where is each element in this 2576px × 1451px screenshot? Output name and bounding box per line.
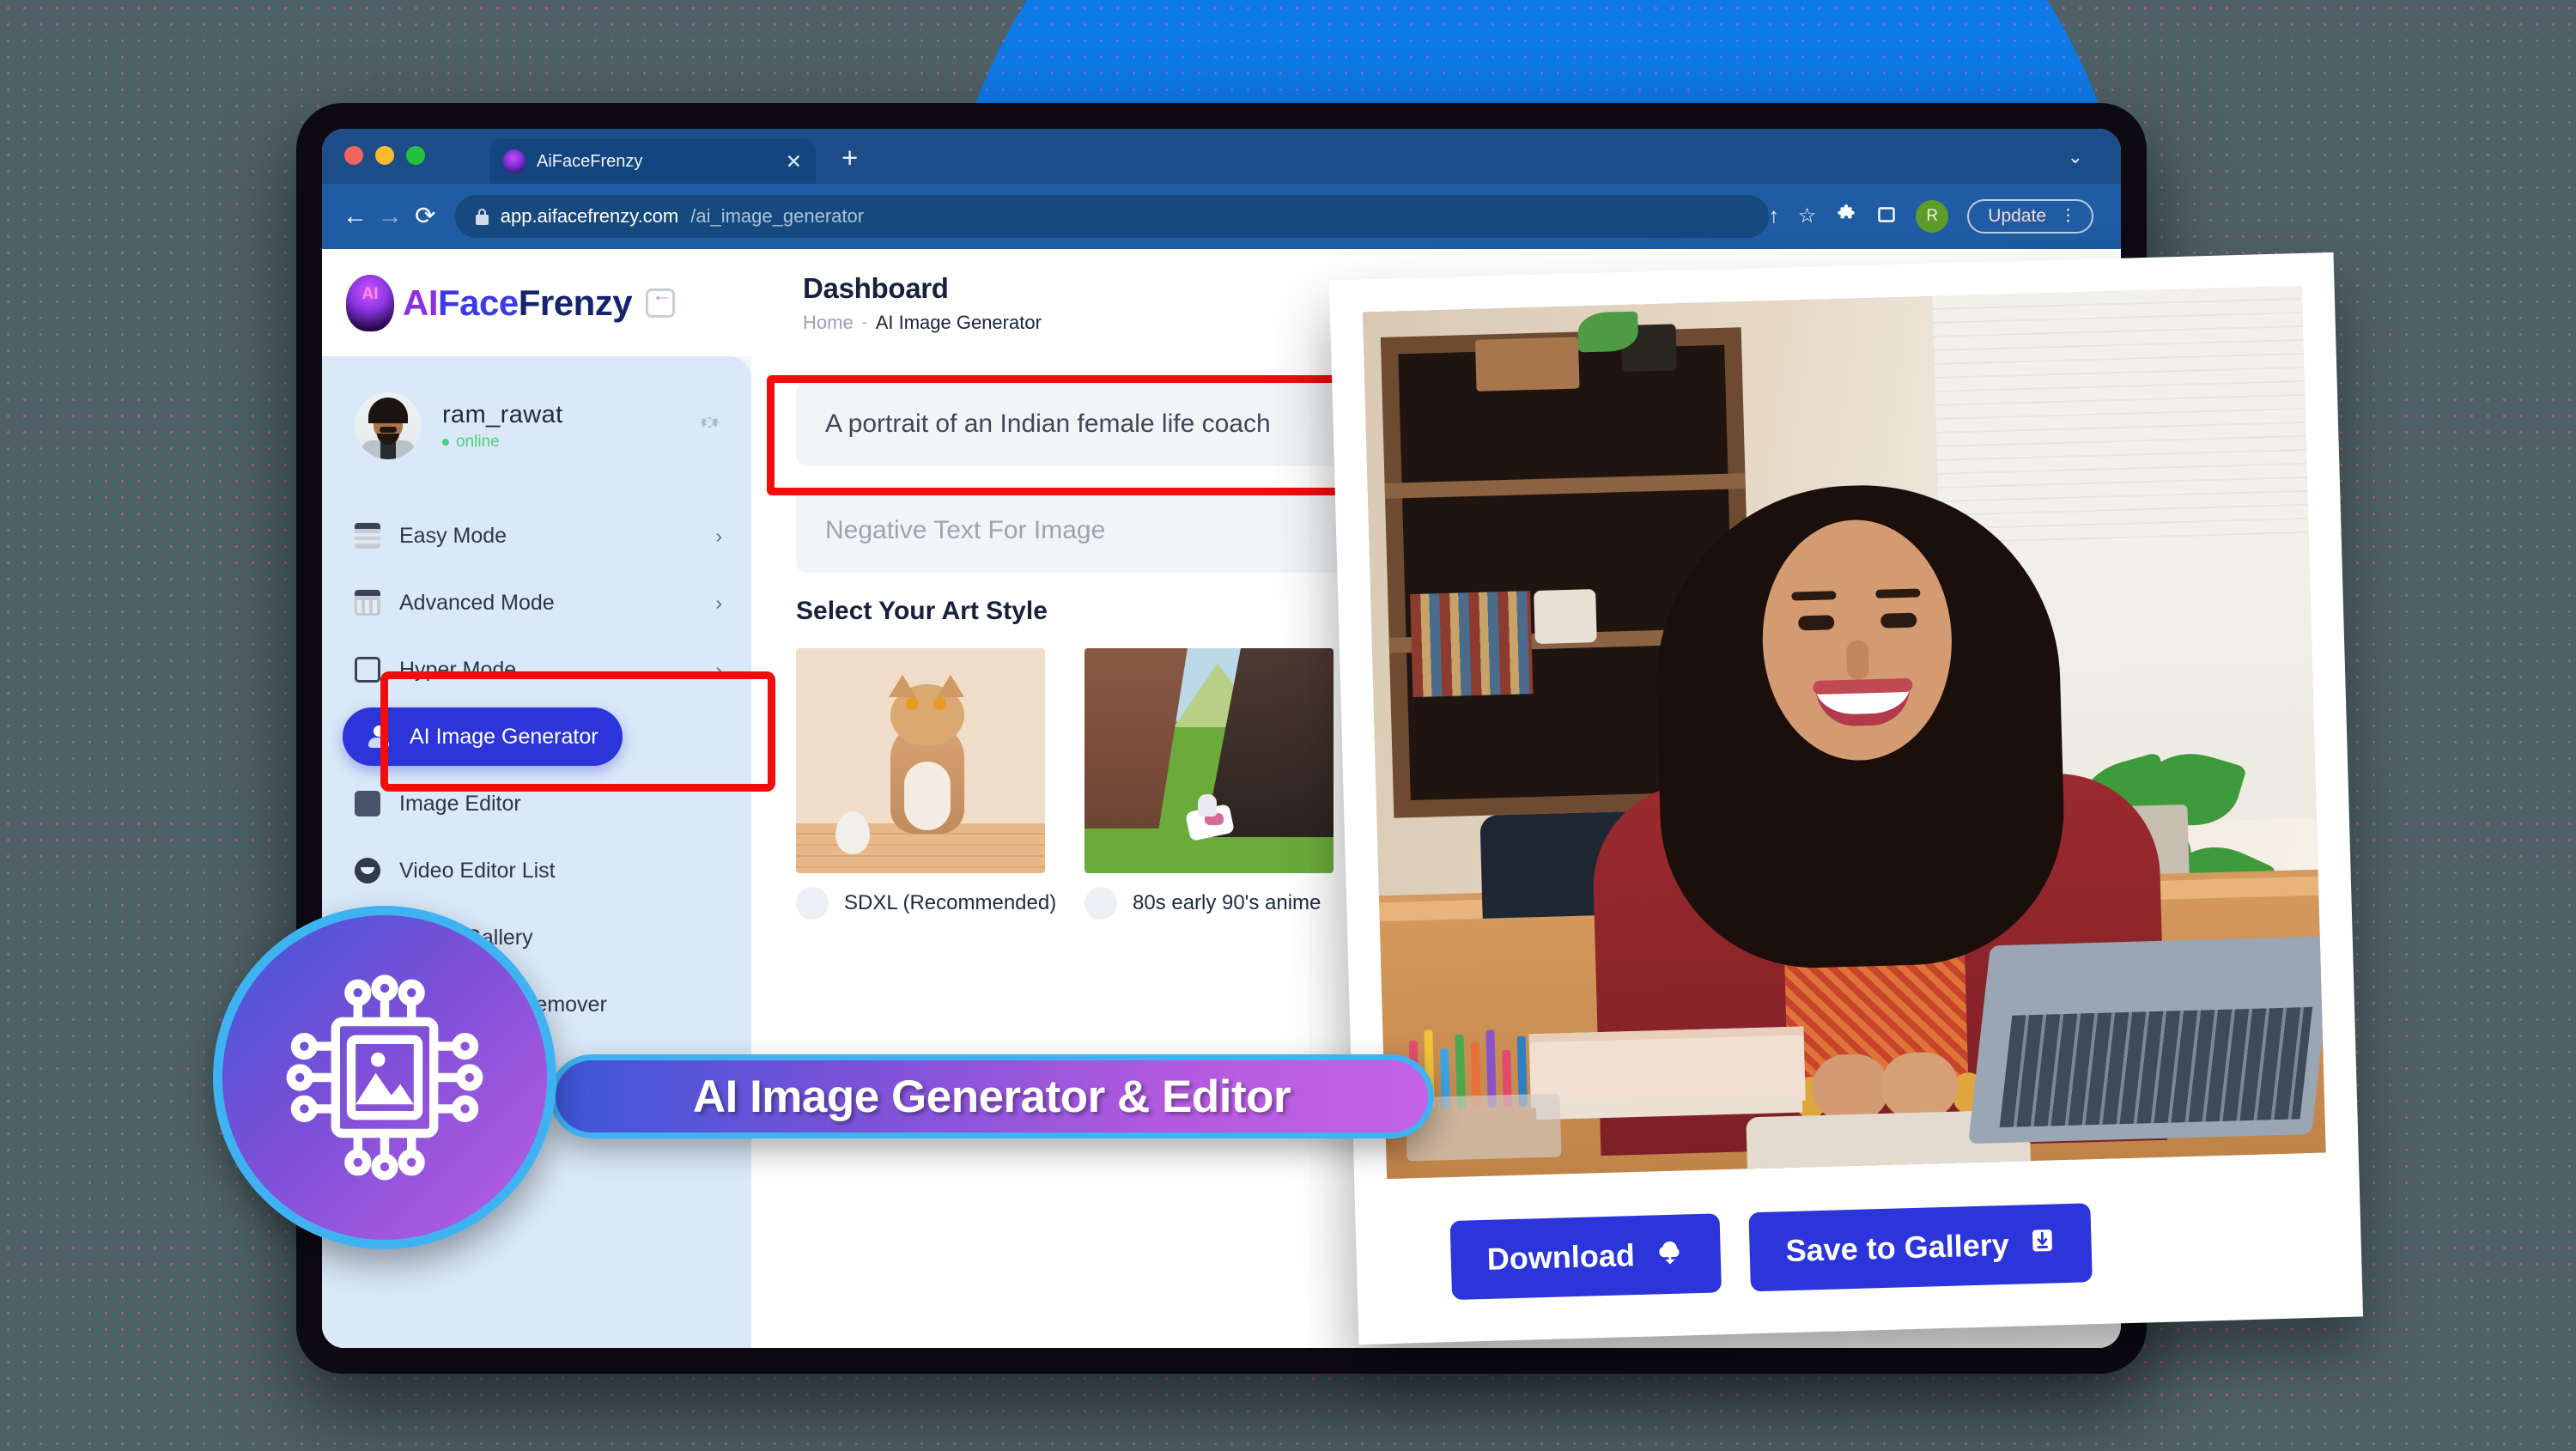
sidebar-item-advanced-mode[interactable]: Advanced Mode › <box>322 569 751 636</box>
chevron-right-icon: › <box>715 591 722 614</box>
sidebar-item-video-editor-list[interactable]: Video Editor List <box>322 837 751 904</box>
art-style-thumbnail-sdxl <box>796 648 1045 873</box>
avatar <box>355 392 422 459</box>
video-editor-icon <box>355 858 380 883</box>
promo-ribbon: AI Image Generator & Editor <box>550 1054 1434 1138</box>
art-style-label-row: 80s early 90's anime <box>1084 887 1334 920</box>
update-button-label: Update <box>1988 206 2046 226</box>
promo-badge <box>213 906 556 1249</box>
brand-frenzy: Frenzy <box>518 282 633 323</box>
lock-icon <box>475 208 489 225</box>
sidebar-item-label: Easy Mode <box>399 523 507 548</box>
generated-image <box>1362 285 2326 1180</box>
breadcrumb: Home - AI Image Generator <box>803 312 1042 334</box>
browser-toolbar: ← → ⟳ app.aifacefrenzy.com /ai_image_gen… <box>322 184 2121 249</box>
brand-logo[interactable]: AIFaceFrenzy <box>322 274 751 331</box>
breadcrumb-current: AI Image Generator <box>875 311 1042 333</box>
url-path: /ai_image_generator <box>690 205 865 227</box>
new-tab-button[interactable]: + <box>841 143 858 172</box>
chevron-right-icon: › <box>715 658 722 681</box>
sidebar-user-card[interactable]: ram_rawat online <box>322 379 751 473</box>
radio-button[interactable] <box>1084 887 1117 920</box>
url-host: app.aifacefrenzy.com <box>500 205 679 227</box>
sidebar-item-label: AI Image Generator <box>410 724 598 749</box>
save-to-gallery-button-label: Save to Gallery <box>1785 1226 2010 1269</box>
user-name: ram_rawat <box>442 400 563 428</box>
status-badge: online <box>442 433 676 452</box>
close-window-button[interactable] <box>344 146 363 165</box>
reload-button[interactable]: ⟳ <box>408 203 443 229</box>
close-icon[interactable]: ✕ <box>786 151 802 172</box>
art-style-thumbnail-80s-anime <box>1084 648 1334 873</box>
back-button[interactable]: ← <box>337 203 373 229</box>
sidebar-item-easy-mode[interactable]: Easy Mode › <box>322 502 751 569</box>
gear-icon[interactable] <box>696 410 722 442</box>
art-style-label-row: SDXL (Recommended) <box>796 887 1056 920</box>
sidebar-item-image-editor[interactable]: Image Editor <box>322 770 751 837</box>
sidebar-item-hyper-mode[interactable]: Hyper Mode › <box>322 636 751 703</box>
ai-chip-image-icon <box>286 974 483 1181</box>
sidebar-item-ai-image-generator[interactable]: AI Image Generator <box>343 707 623 766</box>
download-cloud-icon <box>1655 1235 1685 1273</box>
brand-wordmark: AIFaceFrenzy <box>403 282 633 324</box>
tab-title: AiFaceFrenzy <box>537 151 643 171</box>
ai-image-generator-icon <box>367 725 391 749</box>
window-traffic-lights[interactable] <box>344 146 425 165</box>
save-to-gallery-button[interactable]: Save to Gallery <box>1748 1203 2093 1292</box>
save-box-icon <box>2029 1227 2056 1261</box>
chevron-down-icon[interactable]: ⌄ <box>2068 146 2083 168</box>
sidebar-item-label: Hyper Mode <box>399 657 517 682</box>
minimize-window-button[interactable] <box>375 146 394 165</box>
bookmark-star-icon[interactable]: ☆ <box>1798 206 1817 227</box>
hyper-mode-icon <box>355 657 380 683</box>
toolbar-right-actions: ↑ ☆ R Update ⋮ <box>1769 199 2121 234</box>
brand-ai: AI <box>403 282 439 323</box>
kebab-menu-icon[interactable]: ⋮ <box>2060 208 2076 224</box>
art-style-name: 80s early 90's anime <box>1133 891 1321 914</box>
tab-favicon-icon <box>503 149 526 173</box>
download-button[interactable]: Download <box>1449 1213 1722 1301</box>
side-panel-icon[interactable] <box>1876 204 1897 229</box>
radio-button[interactable] <box>796 887 829 920</box>
page-heading-block: Dashboard Home - AI Image Generator <box>751 272 1042 334</box>
art-style-card[interactable]: SDXL (Recommended) <box>796 648 1056 920</box>
advanced-mode-icon <box>355 590 380 616</box>
breadcrumb-home[interactable]: Home <box>803 312 854 334</box>
browser-profile-avatar[interactable]: R <box>1916 200 1949 233</box>
extensions-puzzle-icon[interactable] <box>1835 203 1857 230</box>
brand-face: Face <box>438 282 519 323</box>
art-style-card[interactable]: 80s early 90's anime <box>1084 648 1334 920</box>
sidebar-item-ai-image-generator-wrap: AI Image Generator <box>322 703 751 770</box>
download-button-label: Download <box>1486 1237 1636 1277</box>
maximize-window-button[interactable] <box>406 146 425 165</box>
share-icon[interactable]: ↑ <box>1769 206 1779 227</box>
generated-image-result-panel: Download Save to Gallery <box>1328 252 2364 1345</box>
image-editor-icon <box>355 791 380 817</box>
browser-tab-strip: AiFaceFrenzy ✕ + ⌄ <box>322 129 2121 184</box>
page-title: Dashboard <box>803 271 949 304</box>
breadcrumb-separator: - <box>861 313 867 331</box>
sidebar-user-meta: ram_rawat online <box>442 401 676 452</box>
status-dot-icon <box>442 438 449 446</box>
sidebar-item-label: Video Editor List <box>399 858 556 883</box>
forward-button[interactable]: → <box>373 203 408 229</box>
result-actions: Download Save to Gallery <box>1354 1153 2363 1345</box>
address-bar[interactable]: app.aifacefrenzy.com /ai_image_generator <box>454 195 1769 238</box>
art-style-name: SDXL (Recommended) <box>844 891 1057 914</box>
update-button[interactable]: Update ⋮ <box>1967 199 2093 234</box>
brand-mark-icon <box>346 274 394 331</box>
sidebar-item-label: Advanced Mode <box>399 590 555 615</box>
browser-tab[interactable]: AiFaceFrenzy ✕ <box>489 139 816 184</box>
promo-ribbon-text: AI Image Generator & Editor <box>692 1071 1291 1122</box>
easy-mode-icon <box>355 523 380 549</box>
sidebar-item-label: Image Editor <box>399 791 521 816</box>
chevron-right-icon: › <box>715 524 722 547</box>
status-label: online <box>456 432 500 451</box>
collapse-sidebar-icon[interactable] <box>646 283 676 318</box>
